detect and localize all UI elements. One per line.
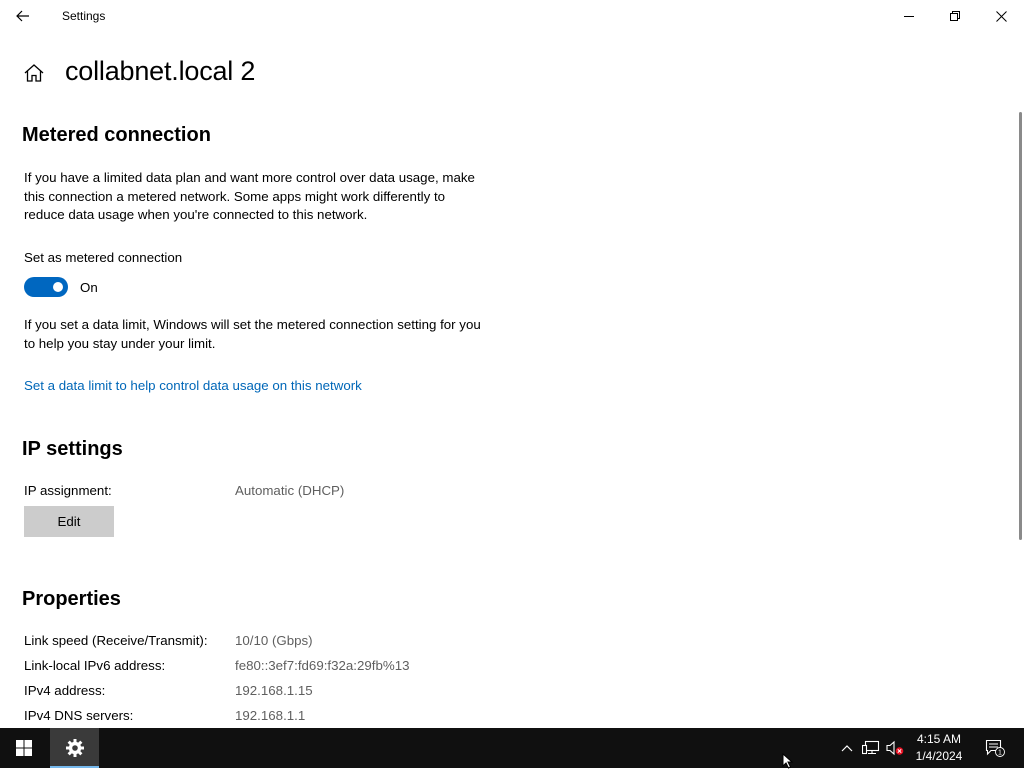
clock-date: 1/4/2024 [915, 749, 963, 763]
windows-start-icon [16, 740, 32, 756]
window-title: Settings [62, 9, 106, 23]
network-icon [862, 740, 880, 755]
volume-muted-icon [886, 740, 904, 756]
set-data-limit-link[interactable]: Set a data limit to help control data us… [24, 378, 362, 393]
restore-icon [950, 11, 960, 21]
taskbar-clock[interactable]: 4:15 AM 1/4/2024 [908, 731, 970, 765]
edit-ip-button[interactable]: Edit [24, 506, 114, 537]
action-center-button[interactable]: 1 [980, 728, 1010, 768]
settings-window: Settings collabnet.local 2 Metered conne… [0, 0, 1024, 728]
metered-toggle[interactable] [24, 277, 68, 297]
restore-button[interactable] [932, 0, 978, 32]
property-value: fe80::3ef7:fd69:f32a:29fb%13 [235, 658, 410, 673]
property-value: 10/10 (Gbps) [235, 633, 313, 648]
back-button[interactable] [0, 0, 46, 32]
metered-toggle-label: Set as metered connection [24, 250, 183, 265]
taskbar: 4:15 AM 1/4/2024 1 [0, 728, 1024, 768]
back-arrow-icon [16, 10, 29, 22]
mouse-cursor-icon [782, 753, 794, 769]
data-limit-note: If you set a data limit, Windows will se… [24, 317, 481, 351]
volume-tray-button[interactable] [884, 728, 906, 768]
ip-assignment-label: IP assignment: [24, 483, 112, 498]
show-hidden-icons-button[interactable] [838, 728, 856, 768]
property-label: IPv4 DNS servers: [24, 708, 134, 723]
toggle-knob [53, 282, 63, 292]
property-value: 192.168.1.15 [235, 683, 313, 698]
ip-assignment-value: Automatic (DHCP) [235, 483, 345, 498]
network-tray-button[interactable] [860, 728, 882, 768]
metered-description: If you have a limited data plan and want… [24, 170, 475, 222]
metered-toggle-state: On [80, 280, 98, 295]
taskbar-settings-app[interactable] [50, 728, 99, 768]
property-label: Link speed (Receive/Transmit): [24, 633, 208, 648]
property-value: 192.168.1.1 [235, 708, 306, 723]
minimize-button[interactable] [886, 0, 932, 32]
home-button[interactable] [22, 61, 46, 85]
action-center-icon: 1 [985, 739, 1005, 757]
home-icon [24, 64, 44, 82]
scrollbar-thumb[interactable] [1019, 112, 1022, 540]
property-label: IPv4 address: [24, 683, 106, 698]
close-button[interactable] [978, 0, 1024, 32]
notification-count: 1 [998, 750, 1002, 757]
clock-time: 4:15 AM [916, 732, 962, 746]
title-bar: Settings [0, 0, 1024, 32]
properties-heading: Properties [22, 588, 121, 610]
close-icon [995, 10, 1007, 22]
page-title: collabnet.local 2 [65, 56, 256, 86]
settings-gear-icon [65, 739, 84, 757]
property-label: Link-local IPv6 address: [24, 658, 166, 673]
minimize-icon [904, 16, 914, 17]
ip-settings-heading: IP settings [22, 438, 123, 460]
chevron-up-icon [841, 745, 853, 752]
metered-connection-heading: Metered connection [22, 124, 211, 146]
start-button[interactable] [0, 728, 48, 768]
